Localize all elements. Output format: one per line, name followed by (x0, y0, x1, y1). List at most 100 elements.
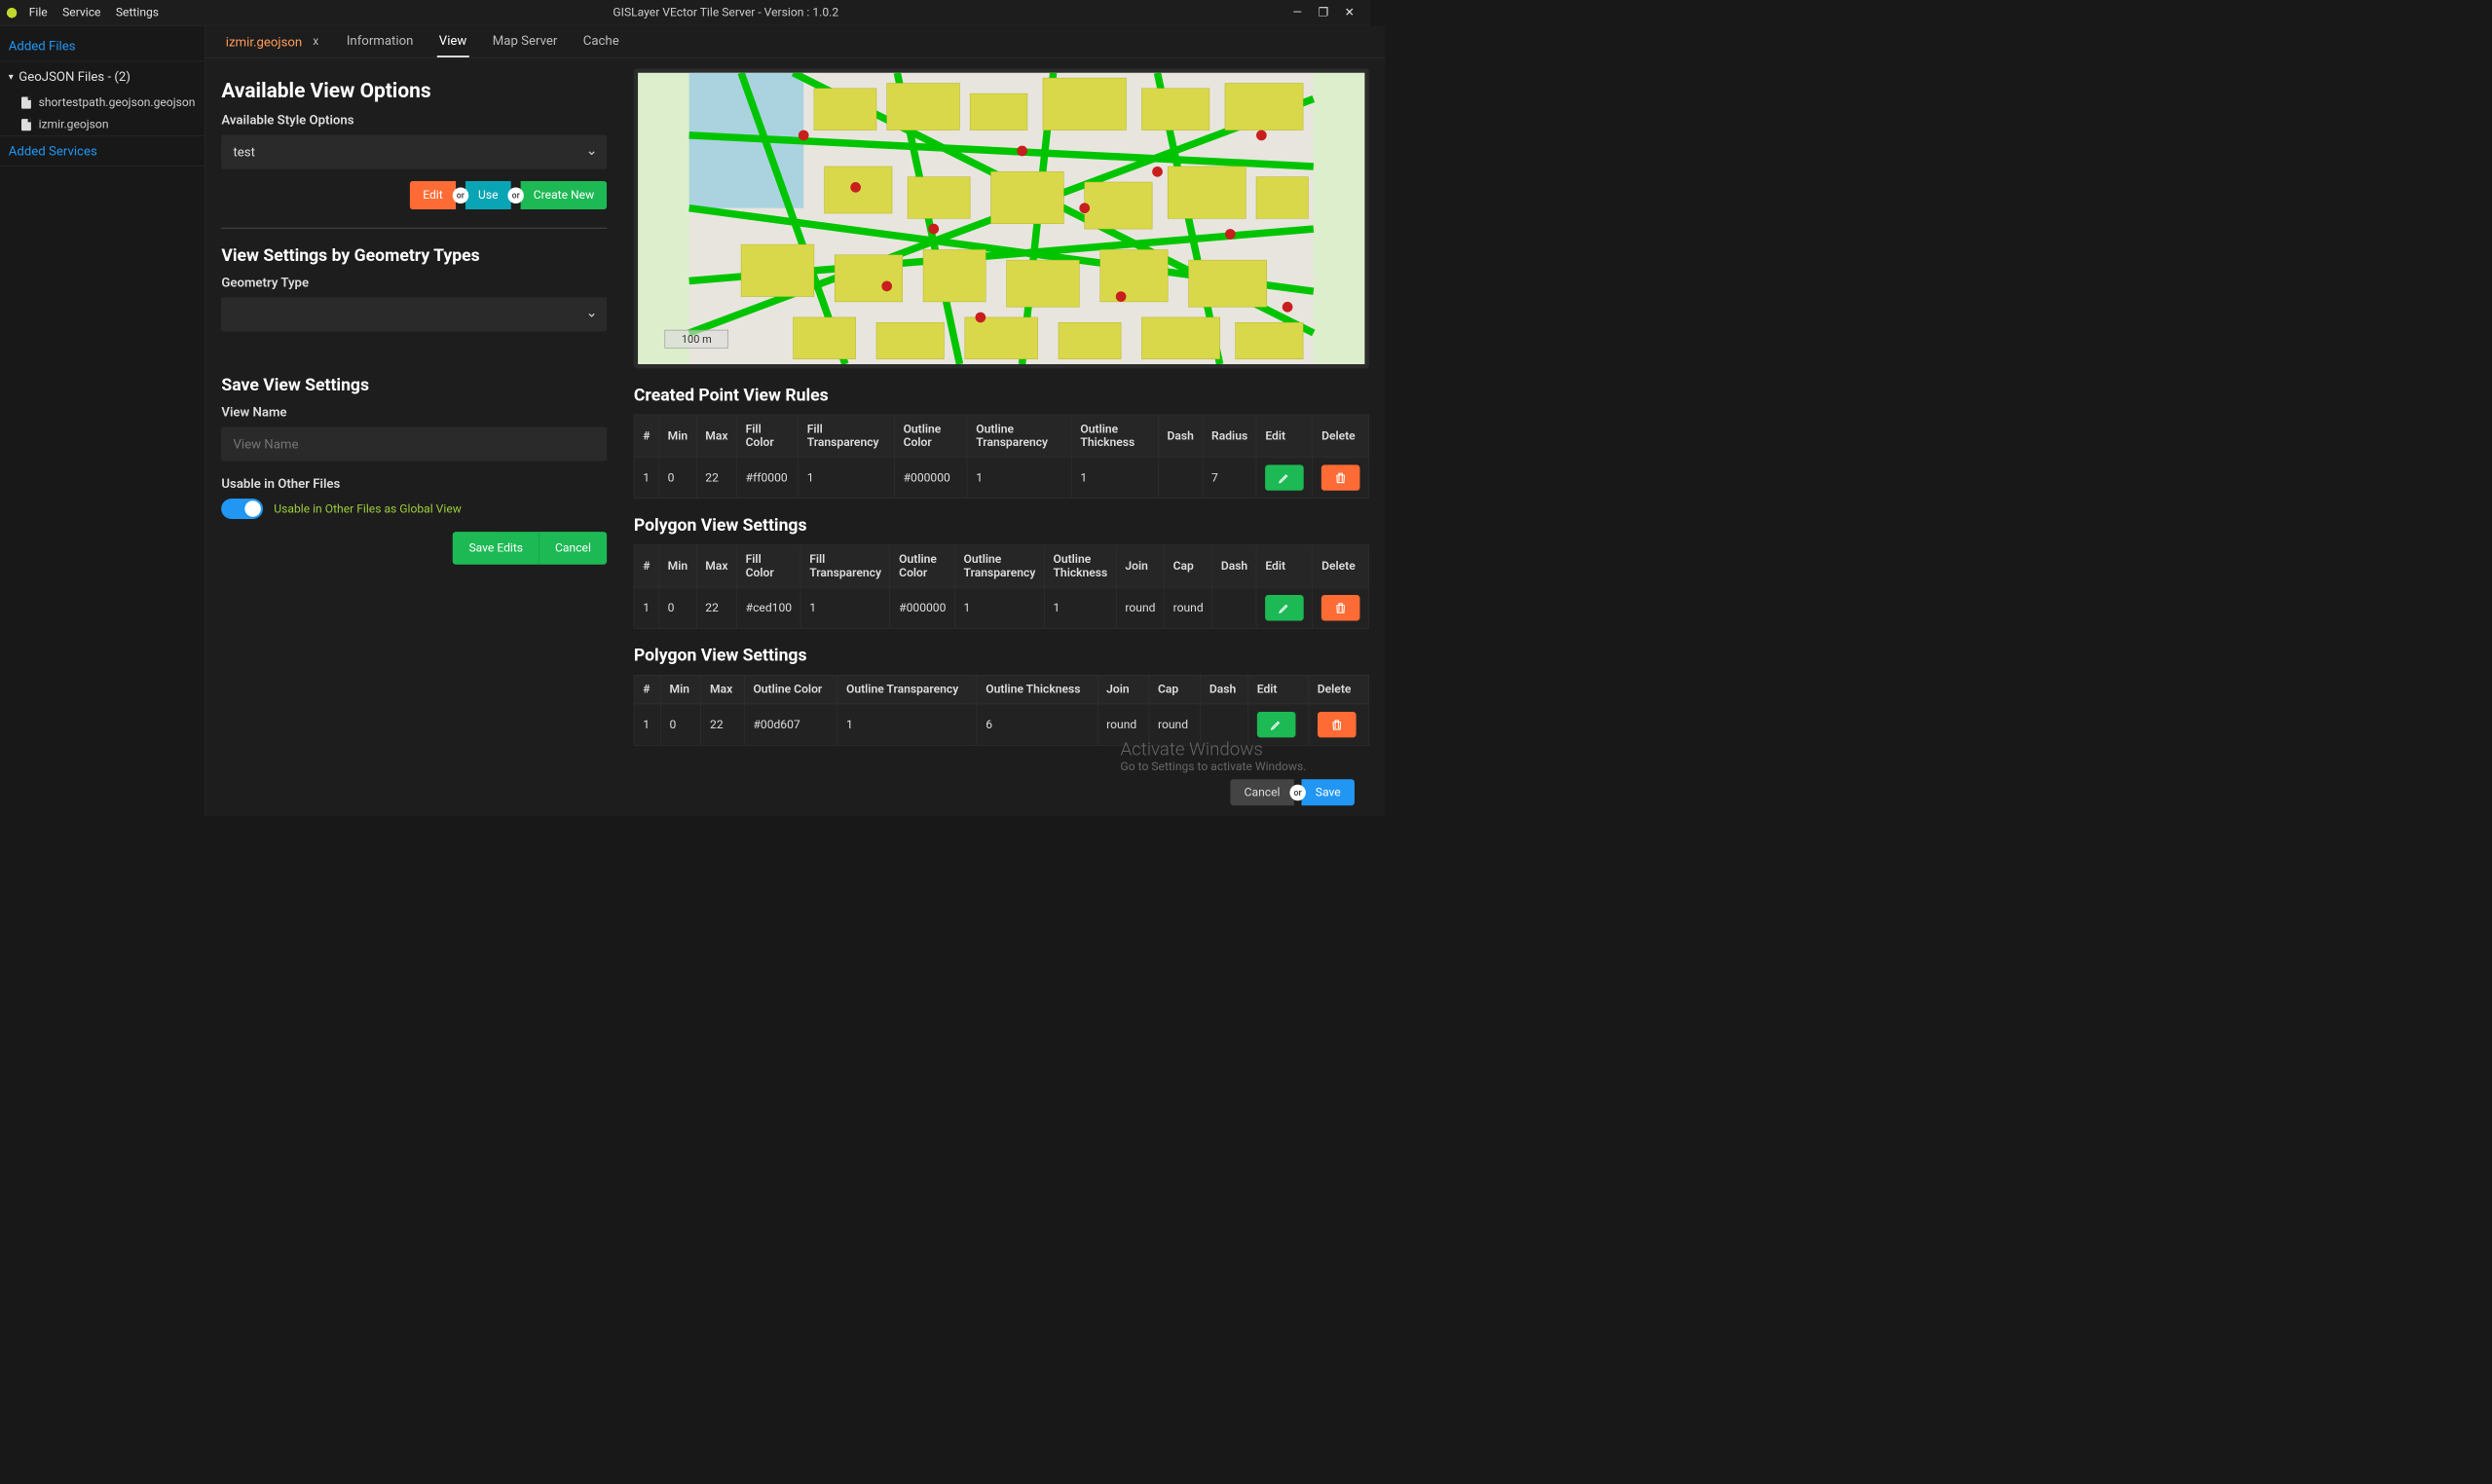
tab-cache[interactable]: Cache (581, 25, 621, 56)
create-new-button[interactable]: Create New (521, 181, 608, 209)
th: Fill Color (737, 415, 799, 457)
td-edit (1256, 457, 1313, 498)
edit-button[interactable]: Edit (410, 181, 456, 209)
left-panel: Available View Options Available Style O… (221, 68, 607, 805)
geometry-type-select[interactable] (221, 297, 607, 331)
file-tab[interactable]: izmir.geojson x (216, 34, 328, 49)
sidebar-group-geojson[interactable]: ▾ GeoJSON Files - (2) (0, 61, 205, 92)
th: Edit (1256, 415, 1313, 457)
delete-row-button[interactable] (1321, 595, 1360, 620)
close-icon[interactable]: ✕ (1345, 6, 1355, 19)
th: Edit (1256, 545, 1313, 587)
footer-save-button[interactable]: Save (1301, 779, 1354, 805)
th: Dash (1212, 545, 1257, 587)
save-edits-button[interactable]: Save Edits (453, 532, 539, 565)
edit-row-button[interactable] (1265, 595, 1304, 620)
or-badge: or (1289, 784, 1306, 800)
style-actions: Edit or Use or Create New (410, 181, 607, 209)
td: round (1116, 587, 1164, 628)
th: Outline Thickness (1071, 415, 1158, 457)
point-rules-heading: Created Point View Rules (634, 385, 1369, 405)
td: 0 (660, 704, 701, 745)
delete-row-button[interactable] (1321, 464, 1360, 490)
td: 1 (634, 457, 658, 498)
th: Delete (1313, 415, 1369, 457)
style-select[interactable]: test (221, 135, 607, 169)
th: Outline Transparency (837, 675, 977, 704)
map-svg (638, 73, 1364, 364)
th: Fill Transparency (800, 545, 890, 587)
edit-row-button[interactable] (1265, 464, 1304, 490)
delete-row-button[interactable] (1318, 712, 1357, 737)
or-badge: or (453, 187, 469, 204)
td: 0 (659, 587, 697, 628)
polygon-settings-heading-1: Polygon View Settings (634, 515, 1369, 536)
td-outline-color: #000000 (895, 457, 968, 498)
map-preview[interactable]: 100 m (634, 68, 1369, 368)
th: # (634, 675, 660, 704)
td: 1 (954, 587, 1044, 628)
window-title: GISLayer VEctor Tile Server - Version : … (159, 6, 1292, 19)
trash-icon (1330, 719, 1343, 731)
right-panel: 100 m Created Point View Rules # Min Max… (634, 68, 1369, 805)
th: Cap (1149, 675, 1201, 704)
th: Outline Color (744, 675, 837, 704)
th: Max (696, 545, 736, 587)
tab-map-server[interactable]: Map Server (491, 25, 560, 56)
file-item[interactable]: izmir.geojson (0, 114, 205, 136)
watermark-line-2: Go to Settings to activate Windows. (1120, 760, 1306, 773)
inner-tabs: Information View Map Server Cache (345, 25, 621, 56)
table-row: 1 0 22 #ff0000 1 #000000 1 1 7 (634, 457, 1369, 498)
file-icon (21, 96, 31, 108)
geometry-heading: View Settings by Geometry Types (221, 244, 607, 265)
view-name-input[interactable] (221, 427, 607, 461)
td: round (1165, 587, 1212, 628)
file-icon (21, 119, 31, 130)
th: Outline Thickness (977, 675, 1097, 704)
polygon-table-2: # Min Max Outline Color Outline Transpar… (634, 675, 1369, 746)
th: Join (1097, 675, 1149, 704)
th: Outline Color (895, 415, 968, 457)
style-options-label: Available Style Options (221, 113, 607, 128)
edit-row-button[interactable] (1257, 712, 1296, 737)
menu-settings[interactable]: Settings (116, 6, 159, 19)
td: 1 (837, 704, 977, 745)
usable-toggle[interactable] (221, 499, 263, 519)
sidebar-added-files[interactable]: Added Files (0, 31, 205, 61)
file-item[interactable]: shortestpath.geojson.geojson (0, 92, 205, 114)
minimize-icon[interactable]: — (1293, 6, 1302, 19)
tab-view[interactable]: View (437, 25, 469, 56)
close-tab-icon[interactable]: x (313, 35, 318, 49)
table-row: 1 0 22 #ced100 1 #000000 1 1 round round (634, 587, 1369, 628)
td: 1 (634, 704, 660, 745)
tab-information[interactable]: Information (345, 25, 416, 56)
td-delete (1313, 457, 1369, 498)
td-fill-color: #ced100 (737, 587, 801, 628)
th: Outline Transparency (967, 415, 1071, 457)
point-rules-table: # Min Max Fill Color Fill Transparency O… (634, 415, 1369, 499)
menu-file[interactable]: File (29, 6, 48, 19)
file-name: izmir.geojson (39, 118, 109, 131)
menu-bar: File Service Settings (29, 6, 159, 19)
th: Outline Thickness (1044, 545, 1116, 587)
maximize-icon[interactable]: ❐ (1318, 6, 1328, 19)
th: Radius (1203, 415, 1256, 457)
content-area: izmir.geojson x Information View Map Ser… (205, 25, 1386, 816)
menu-service[interactable]: Service (62, 6, 100, 19)
footer-actions: Cancel or Save (1230, 779, 1355, 805)
th: Max (701, 675, 744, 704)
th: Min (659, 545, 697, 587)
th: Fill Transparency (799, 415, 895, 457)
sidebar-added-services[interactable]: Added Services (0, 135, 205, 167)
sidebar: Added Files ▾ GeoJSON Files - (2) shorte… (0, 25, 205, 816)
or-badge: or (507, 187, 524, 204)
available-view-options-heading: Available View Options (221, 79, 607, 102)
footer-cancel-button[interactable]: Cancel (1230, 779, 1293, 805)
th: Max (696, 415, 736, 457)
trash-icon (1334, 602, 1347, 614)
cancel-button[interactable]: Cancel (539, 532, 608, 565)
th: Dash (1201, 675, 1248, 704)
polygon-settings-heading-2: Polygon View Settings (634, 645, 1369, 665)
use-button[interactable]: Use (465, 181, 511, 209)
th: Join (1116, 545, 1164, 587)
